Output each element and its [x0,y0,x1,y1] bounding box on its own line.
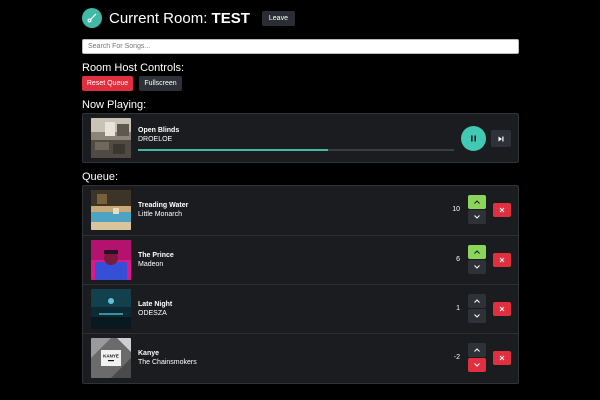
fullscreen-button[interactable]: Fullscreen [139,76,182,91]
header: Current Room: TEST Leave [82,8,295,28]
guitar-logo-icon [82,8,102,28]
album-art [91,190,131,230]
queue-item-title: The Prince [138,252,174,259]
remove-button[interactable] [493,203,511,217]
close-icon [499,207,505,213]
reset-queue-button[interactable]: Reset Queue [82,76,133,91]
album-art: KANYE [91,338,131,378]
queue-item-artist: ODESZA [138,310,167,317]
now-playing-artist: DROELOE [138,136,173,143]
close-icon [499,257,505,263]
chevron-up-icon [474,348,480,352]
skip-button[interactable] [491,130,511,147]
now-playing-title: Open Blinds [138,127,180,134]
queue-list: Treading Water Little Monarch 10 The Pri… [82,185,519,384]
host-controls-heading: Room Host Controls: [82,62,185,74]
close-icon [499,355,505,361]
queue-item-title: Kanye [138,350,160,357]
vote-count: 10 [452,206,460,213]
close-icon [499,306,505,312]
chevron-up-icon [474,200,480,204]
chevron-up-icon [474,299,480,303]
chevron-up-icon [474,250,480,254]
chevron-down-icon [474,314,480,318]
vote-count: -2 [453,354,460,361]
skip-next-icon [498,136,504,141]
downvote-button[interactable] [468,309,486,323]
queue-item-title: Late Night [138,301,173,308]
queue-item: The Prince Madeon 6 [83,235,518,284]
chevron-down-icon [474,265,480,269]
upvote-button[interactable] [468,343,486,357]
downvote-button[interactable] [468,260,486,274]
remove-button[interactable] [493,253,511,267]
queue-item: Treading Water Little Monarch 10 [83,186,518,235]
now-playing-card: Open Blinds DROELOE [82,113,519,163]
queue-item: Late Night ODESZA 1 [83,284,518,333]
vote-count: 6 [456,256,460,263]
room-title-prefix: Current Room: [109,9,212,27]
queue-heading: Queue: [82,171,119,183]
chevron-down-icon [474,215,480,219]
remove-button[interactable] [493,351,511,365]
pause-button[interactable] [461,126,486,151]
remove-button[interactable] [493,302,511,316]
chevron-down-icon [474,363,480,367]
queue-item-artist: The Chainsmokers [138,359,197,366]
queue-item-artist: Madeon [138,261,164,268]
queue-item: KANYE Kanye The Chainsmokers -2 [83,333,518,382]
progress-bar[interactable] [138,149,454,151]
downvote-button[interactable] [468,210,486,224]
leave-button[interactable]: Leave [261,10,295,26]
queue-item-title: Treading Water [138,202,189,209]
album-art-text: KANYE [103,354,119,359]
vote-count: 1 [456,305,460,312]
upvote-button[interactable] [468,294,486,308]
queue-item-artist: Little Monarch [138,211,182,218]
search-input[interactable] [82,39,519,54]
room-title: Current Room: TEST [109,10,250,27]
now-playing-heading: Now Playing: [82,99,147,111]
room-name: TEST [211,9,250,27]
album-art [91,289,131,329]
album-art [91,118,131,158]
pause-icon [471,135,476,142]
upvote-button[interactable] [468,245,486,259]
album-art [91,240,131,280]
downvote-button[interactable] [468,358,486,372]
progress-fill [138,149,328,151]
upvote-button[interactable] [468,195,486,209]
